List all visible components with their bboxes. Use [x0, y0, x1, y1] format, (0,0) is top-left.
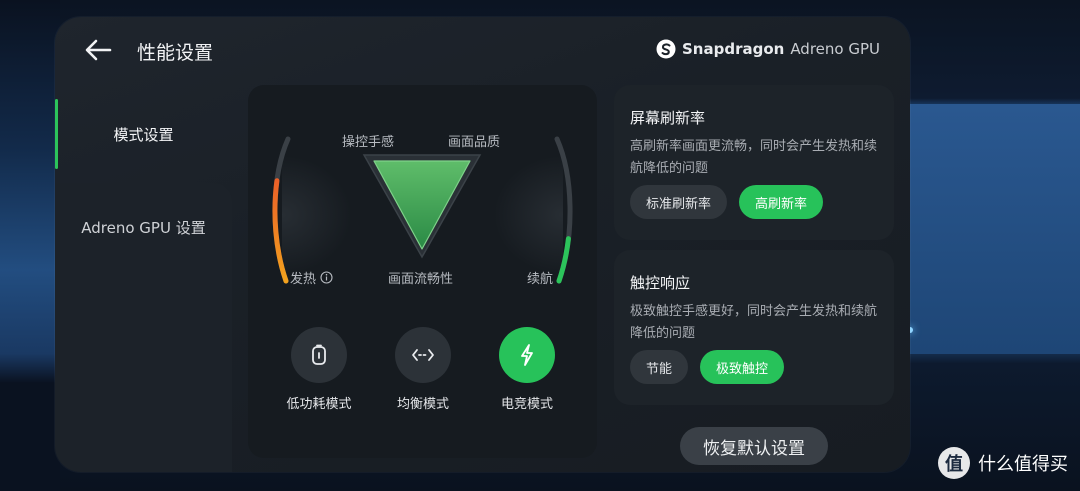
mode-circle: [395, 327, 451, 383]
card-title: 屏幕刷新率: [630, 109, 706, 127]
refresh-rate-card: 屏幕刷新率 高刷新率画面更流畅，同时会产生发热和续航降低的问题 标准刷新率 高刷…: [614, 85, 894, 240]
mode-label: 电竞模式: [500, 397, 553, 412]
reset-defaults-button[interactable]: 恢复默认设置: [680, 427, 828, 465]
brand-logo: Snapdragon Adreno GPU: [656, 39, 880, 59]
page-title: 性能设置: [137, 42, 214, 64]
heat-label-text: 发热: [290, 272, 317, 287]
sidebar-item-label: 模式设置: [113, 125, 174, 144]
sidebar-item-mode-settings[interactable]: 模式设置: [55, 85, 232, 183]
heat-gauge: [272, 136, 291, 284]
settings-panel: 性能设置 Snapdragon Adreno GPU 模式设置 Adreno G…: [55, 17, 910, 472]
card-title: 触控响应: [630, 274, 691, 292]
performance-triangle: [362, 154, 482, 259]
mode-circle: [499, 327, 555, 383]
mode-circle: [291, 327, 347, 383]
mode-label: 均衡模式: [396, 397, 449, 412]
brand-product: Adreno GPU: [790, 40, 880, 58]
extreme-touch-button[interactable]: 极致触控: [700, 350, 785, 384]
lightning-icon: [521, 344, 533, 366]
mode-balanced-button[interactable]: 均衡模式: [368, 327, 478, 412]
touch-response-card: 触控响应 极致触控手感更好，同时会产生发热和续航降低的问题 节能 极致触控: [614, 250, 894, 405]
arrow-left-icon: [85, 39, 112, 61]
mode-label: 低功耗模式: [286, 397, 352, 412]
mode-esports-button[interactable]: 电竞模式: [472, 327, 582, 412]
sidebar-item-adreno-gpu-settings[interactable]: Adreno GPU 设置: [55, 183, 232, 472]
sidebar-item-label: Adreno GPU 设置: [81, 219, 206, 237]
label-heat: 发热: [290, 268, 333, 287]
header: 性能设置 Snapdragon Adreno GPU: [55, 17, 910, 85]
refresh-options: 标准刷新率 高刷新率: [630, 185, 824, 219]
card-description: 高刷新率画面更流畅，同时会产生发热和续航降低的问题: [630, 139, 878, 176]
snapdragon-logo-icon: [656, 39, 676, 59]
label-control-feel: 操控手感: [342, 135, 395, 150]
brand-name: Snapdragon: [681, 40, 785, 58]
touch-options: 节能 极致触控: [630, 350, 785, 384]
mode-low-power-button[interactable]: 低功耗模式: [264, 327, 374, 412]
sidebar: 模式设置 Adreno GPU 设置: [55, 85, 232, 472]
label-battery: 续航: [527, 272, 554, 287]
label-image-quality: 画面品质: [448, 135, 501, 150]
high-refresh-button[interactable]: 高刷新率: [739, 185, 824, 219]
background-right: [905, 104, 1080, 354]
watermark: 值 什么值得买: [938, 447, 1068, 479]
info-icon[interactable]: [320, 271, 333, 284]
power-saving-button[interactable]: 节能: [630, 350, 689, 384]
balance-arrows-icon: [412, 349, 434, 361]
background-left: [0, 0, 60, 491]
watermark-text: 什么值得买: [978, 454, 1068, 475]
label-fluency: 画面流畅性: [388, 272, 454, 287]
battery-saver-icon: [312, 344, 326, 365]
back-button[interactable]: [81, 35, 115, 65]
battery-gauge: [554, 136, 573, 284]
watermark-logo: 值: [938, 447, 970, 479]
standard-refresh-button[interactable]: 标准刷新率: [630, 185, 728, 219]
card-description: 极致触控手感更好，同时会产生发热和续航降低的问题: [630, 304, 878, 341]
mode-panel: 操控手感 画面品质 发热 画面流畅性 续航 低功耗模式 均衡模式 电竞模式: [248, 85, 597, 458]
